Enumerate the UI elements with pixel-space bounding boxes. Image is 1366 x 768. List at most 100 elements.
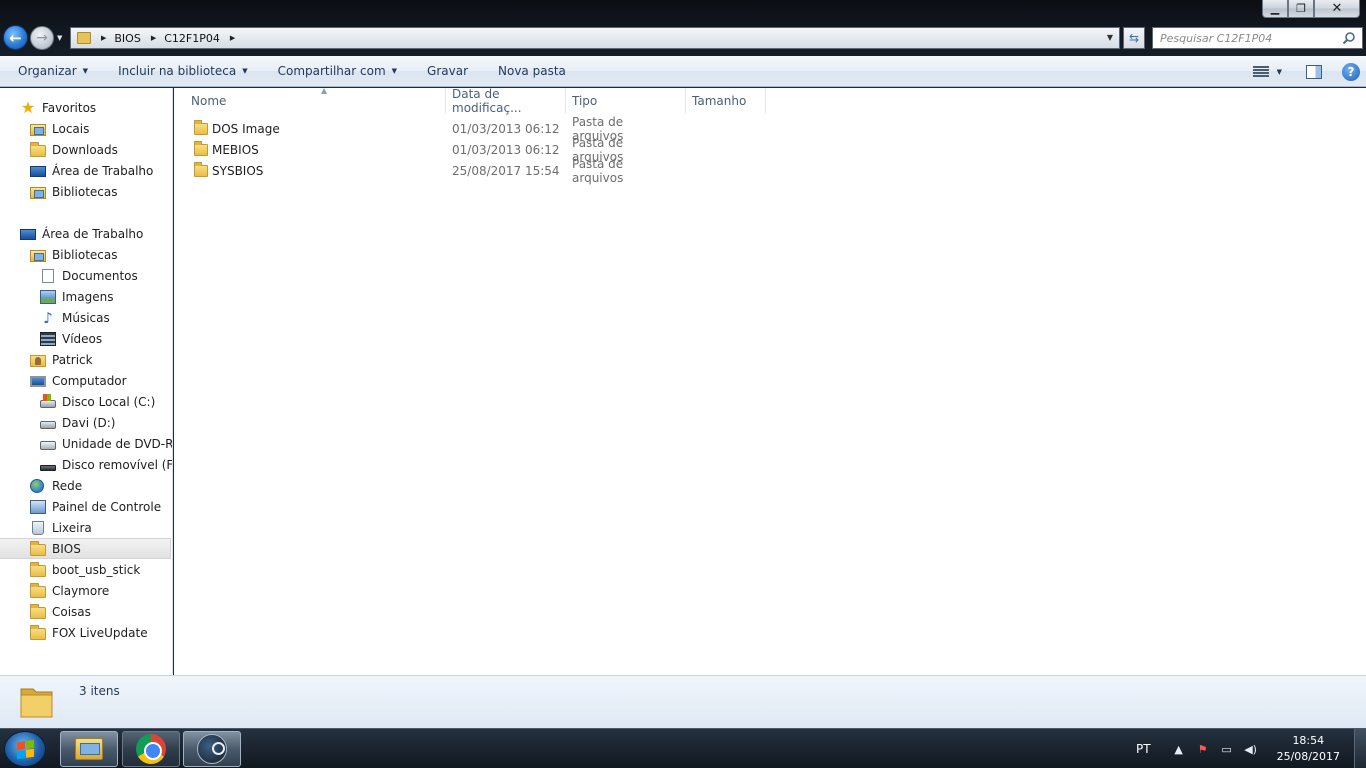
address-bar[interactable]: ▶ BIOS ▶ C12F1P04 ▶ ▼ [70, 27, 1120, 49]
nav-folder-bios[interactable]: BIOS [0, 538, 171, 559]
nav-desktop[interactable]: Área de Trabalho [20, 223, 143, 244]
nav-computer[interactable]: Computador [30, 370, 127, 391]
language-indicator[interactable]: PT [1136, 742, 1151, 756]
burn-button[interactable]: Gravar [409, 56, 480, 86]
clock[interactable]: 18:54 25/08/2017 [1277, 733, 1340, 765]
nav-folder-claymore[interactable]: Claymore [30, 580, 109, 601]
nav-downloads[interactable]: Downloads [30, 139, 118, 160]
column-label: Data de modificaç... [452, 86, 522, 115]
nav-removable-drive[interactable]: Disco removível (F:) [40, 454, 172, 475]
folder-icon [30, 540, 46, 556]
nav-label: Área de Trabalho [42, 226, 144, 241]
breadcrumb-separator-icon[interactable]: ▶ [151, 34, 156, 42]
column-header-date[interactable]: Data de modificaç... [446, 86, 566, 115]
back-button[interactable]: ← [3, 25, 28, 50]
nav-drive-c[interactable]: Disco Local (C:) [40, 391, 155, 412]
search-box[interactable] [1152, 27, 1363, 49]
dvd-drive-icon [40, 441, 56, 450]
column-header-name[interactable]: Nome ▲ [185, 86, 446, 113]
search-icon[interactable] [1342, 31, 1356, 45]
chrome-icon [136, 734, 166, 764]
nav-label: Imagens [62, 289, 114, 304]
start-button[interactable] [4, 731, 46, 767]
nav-label: boot_usb_stick [52, 562, 141, 577]
show-hidden-icons-icon[interactable]: ▲ [1171, 741, 1187, 757]
taskbar-steam[interactable] [183, 731, 241, 767]
nav-favorites[interactable]: ★ Favoritos [20, 97, 96, 118]
desktop-icon [20, 228, 36, 240]
view-details-icon[interactable] [1252, 65, 1269, 78]
organize-label: Organizar [18, 64, 77, 78]
breadcrumb-c12f1p04[interactable]: C12F1P04 [164, 32, 220, 45]
breadcrumb-bios[interactable]: BIOS [114, 32, 140, 45]
nav-label: BIOS [52, 541, 81, 556]
arrow-left-icon: ← [9, 28, 22, 47]
nav-locais[interactable]: Locais [30, 118, 89, 139]
organize-button[interactable]: Organizar ▼ [0, 56, 100, 86]
file-row[interactable]: SYSBIOS 25/08/2017 15:54 Pasta de arquiv… [186, 157, 676, 185]
refresh-button[interactable]: ⇆ [1123, 27, 1145, 49]
maximize-button[interactable]: ❐ [1288, 0, 1314, 18]
steam-icon [197, 734, 227, 764]
column-label: Tamanho [692, 93, 747, 108]
recent-pages-dropdown[interactable]: ▼ [57, 34, 62, 42]
nav-folder-fox-liveupdate[interactable]: FOX LiveUpdate [30, 622, 148, 643]
system-tray: PT ▲ ⚑ ▭ ◀) 18:54 25/08/2017 [1136, 729, 1366, 768]
new-folder-button[interactable]: Nova pasta [480, 56, 578, 86]
volume-icon[interactable]: ◀) [1243, 741, 1259, 757]
nav-user[interactable]: Patrick [30, 349, 93, 370]
nav-libraries-favorite[interactable]: Bibliotecas [30, 181, 117, 202]
nav-recycle-bin[interactable]: Lixeira [30, 517, 92, 538]
nav-control-panel[interactable]: Painel de Controle [30, 496, 161, 517]
navigation-pane: ★ Favoritos Locais Downloads Área de Trab… [0, 88, 173, 675]
chevron-down-icon: ▼ [82, 67, 89, 75]
minimize-button[interactable]: ▁ [1262, 0, 1288, 18]
nav-music[interactable]: ♪ Músicas [40, 307, 110, 328]
column-header-type[interactable]: Tipo [566, 88, 686, 113]
breadcrumb-separator-icon[interactable]: ▶ [230, 34, 235, 42]
title-bar: ▁ ❐ ✕ ← → ▼ ▶ BIOS ▶ C12F1P04 ▶ ▼ ⇆ [0, 0, 1366, 56]
search-input[interactable] [1153, 31, 1333, 45]
libraries-icon [30, 249, 46, 262]
hard-drive-icon [40, 420, 56, 429]
taskbar-chrome[interactable] [122, 731, 180, 767]
nav-desktop-favorite[interactable]: Área de Trabalho [30, 160, 153, 181]
action-center-flag-icon[interactable]: ⚑ [1195, 741, 1211, 757]
folder-icon [194, 162, 208, 177]
nav-drive-d[interactable]: Davi (D:) [40, 412, 116, 433]
folder-icon [30, 582, 46, 598]
nav-folder-coisas[interactable]: Coisas [30, 601, 91, 622]
nav-folder-boot-usb-stick[interactable]: boot_usb_stick [30, 559, 140, 580]
close-button[interactable]: ✕ [1314, 0, 1360, 18]
network-globe-icon [30, 478, 44, 493]
nav-dvd-drive[interactable]: Unidade de DVD-RW [40, 433, 172, 454]
nav-images[interactable]: Imagens [40, 286, 113, 307]
preview-pane-icon[interactable] [1306, 64, 1322, 79]
file-name: DOS Image [212, 122, 280, 136]
removable-drive-icon [40, 464, 56, 471]
include-library-button[interactable]: Incluir na biblioteca ▼ [100, 56, 260, 86]
nav-network[interactable]: Rede [30, 475, 82, 496]
column-label: Nome [191, 93, 227, 108]
item-count: 3 itens [79, 684, 120, 698]
nav-libraries[interactable]: Bibliotecas [30, 244, 117, 265]
nav-documents[interactable]: Documentos [40, 265, 138, 286]
network-status-icon[interactable]: ▭ [1219, 741, 1235, 757]
column-header-size[interactable]: Tamanho [686, 88, 766, 113]
nav-label: Bibliotecas [52, 247, 118, 262]
command-bar: Organizar ▼ Incluir na biblioteca ▼ Compar… [0, 56, 1366, 87]
nav-videos[interactable]: Vídeos [40, 328, 102, 349]
help-icon[interactable]: ? [1342, 62, 1360, 81]
address-dropdown-icon[interactable]: ▼ [1107, 33, 1113, 42]
folder-icon [194, 141, 208, 156]
breadcrumb-separator-icon[interactable]: ▶ [101, 34, 106, 42]
taskbar-explorer[interactable] [60, 731, 118, 767]
show-desktop-button[interactable] [1354, 729, 1366, 768]
share-button[interactable]: Compartilhar com ▼ [260, 56, 409, 86]
details-pane: 3 itens [0, 675, 1366, 728]
forward-button[interactable]: → [30, 26, 54, 50]
nav-label: Músicas [62, 310, 110, 325]
include-library-label: Incluir na biblioteca [118, 64, 237, 78]
file-date: 25/08/2017 15:54 [452, 164, 560, 178]
view-dropdown-icon[interactable]: ▼ [1277, 68, 1282, 76]
